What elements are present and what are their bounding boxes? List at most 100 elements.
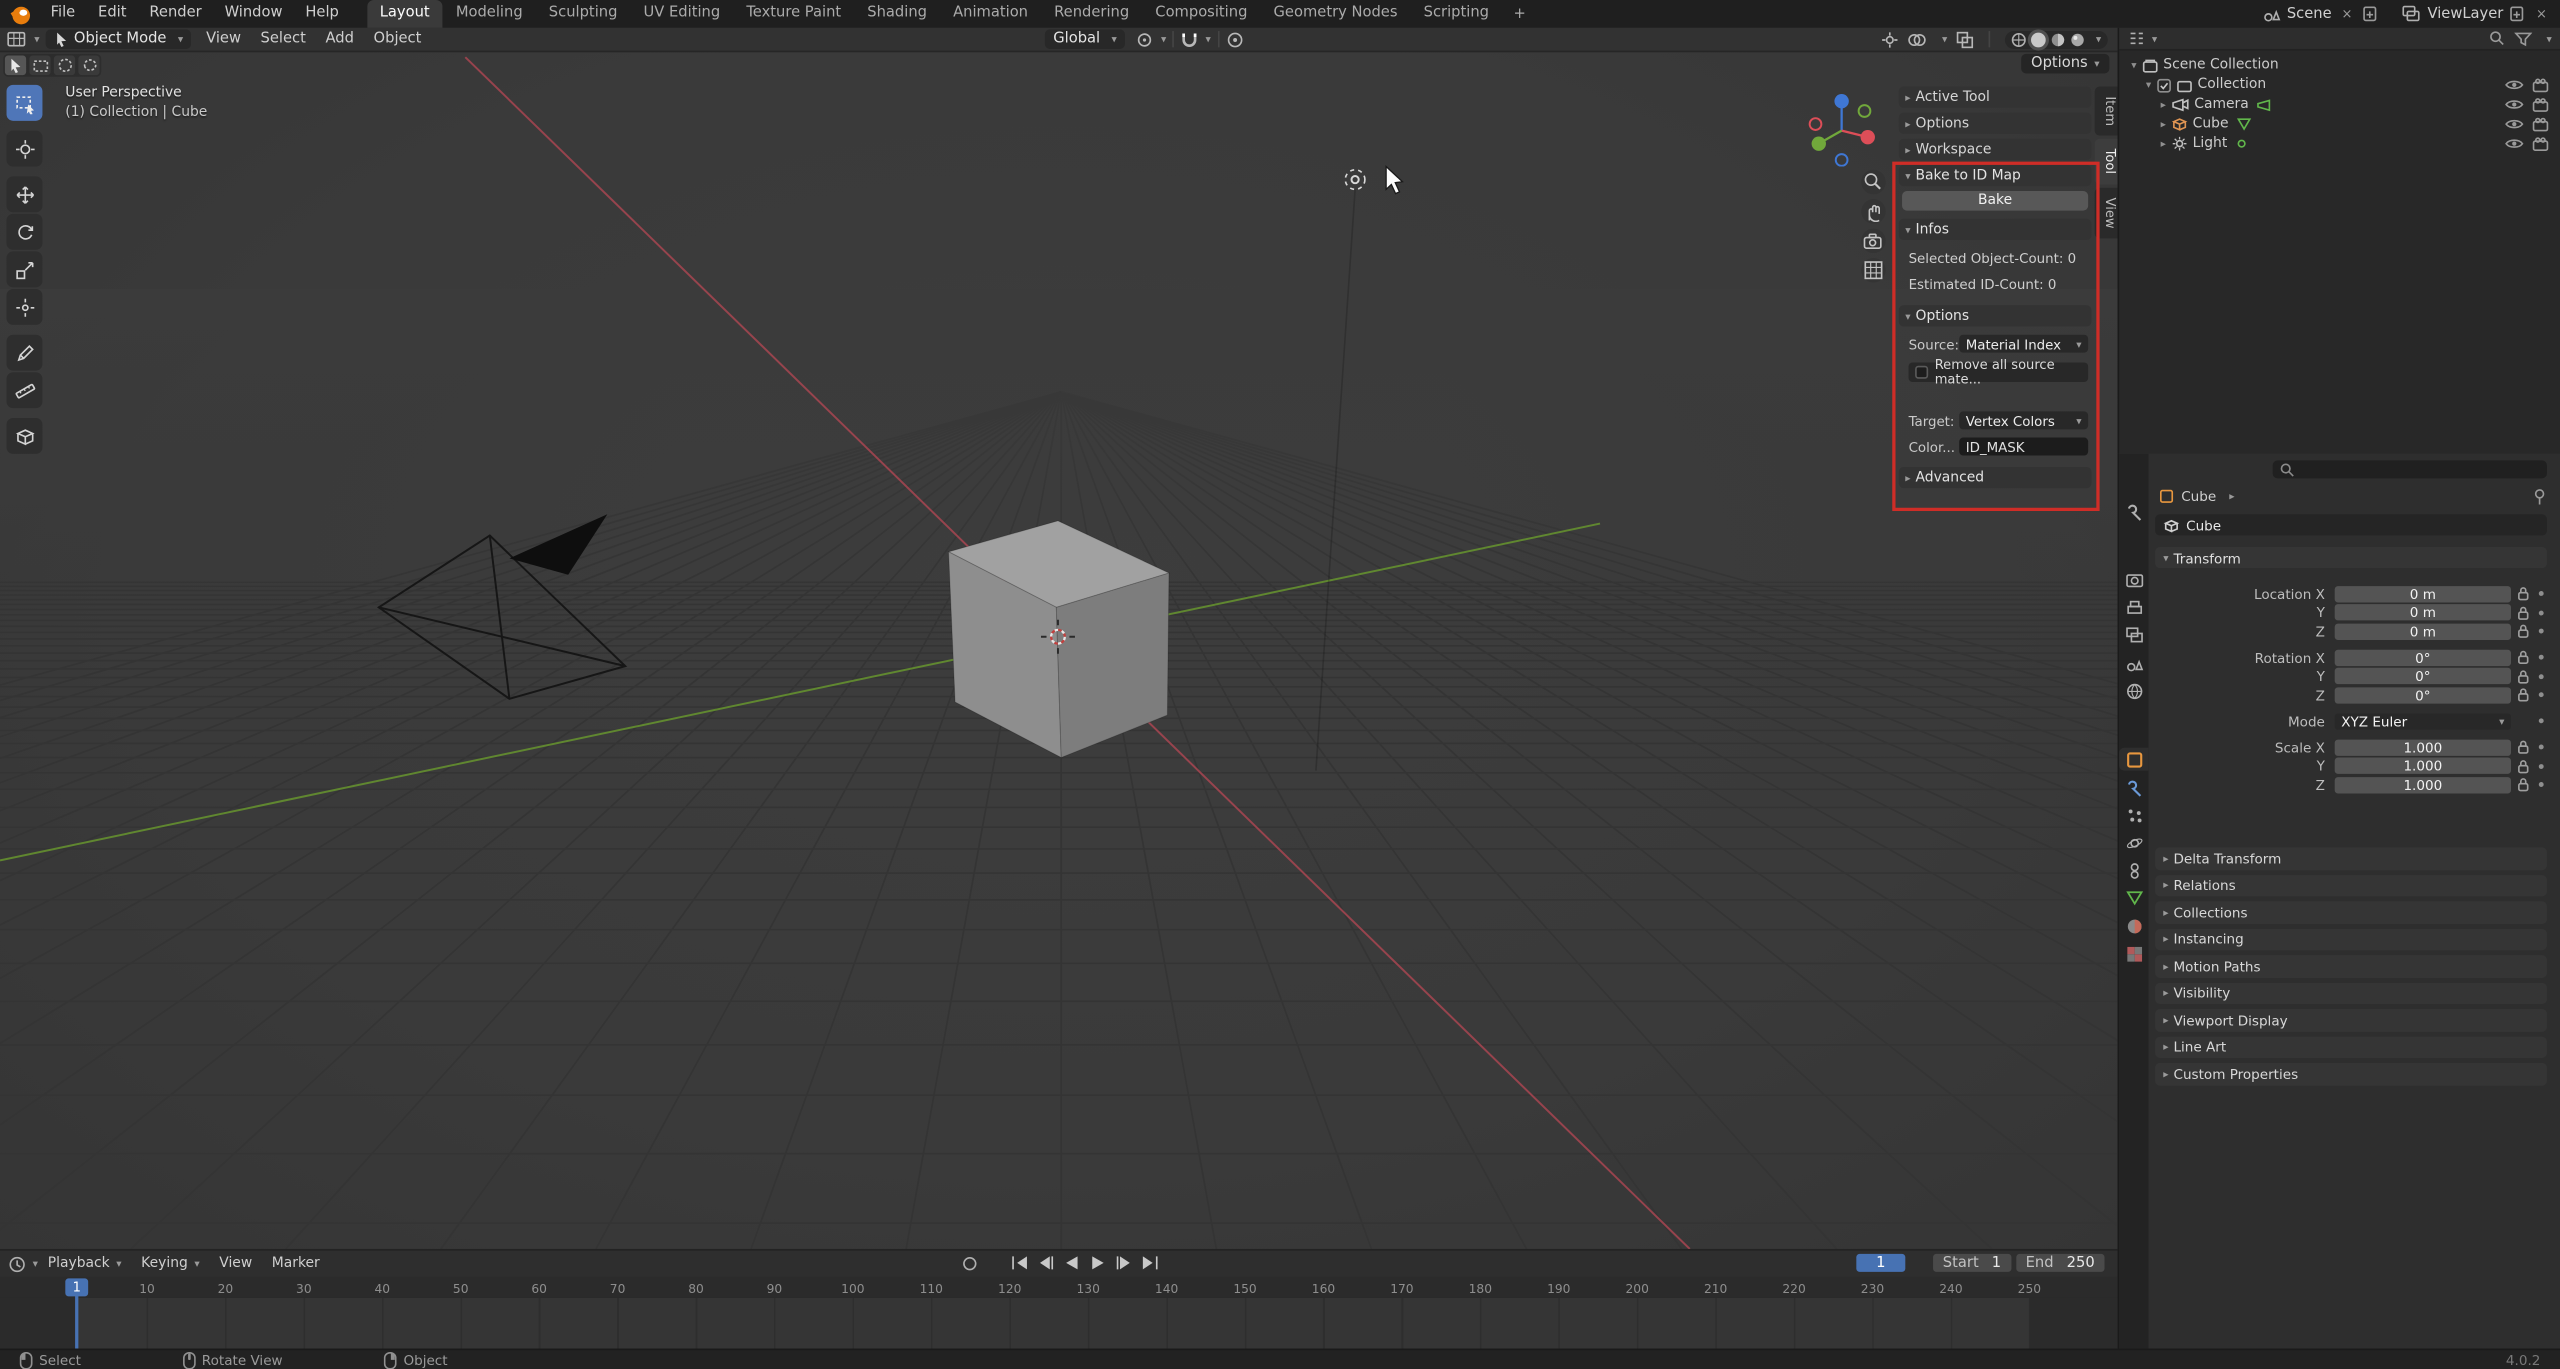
animate-dot[interactable] — [2538, 609, 2544, 615]
menu-edit[interactable]: Edit — [87, 0, 138, 28]
new-viewlayer-icon[interactable] — [2510, 5, 2526, 23]
new-scene-icon[interactable] — [2362, 5, 2378, 23]
lock-icon[interactable] — [2518, 624, 2529, 639]
start-frame-field[interactable]: Start 1 — [1933, 1253, 2011, 1272]
hide-cube-eye-icon[interactable] — [2504, 118, 2524, 131]
workspace-tab-texture-paint[interactable]: Texture Paint — [733, 0, 854, 28]
hide-light-eye-icon[interactable] — [2504, 137, 2524, 150]
object-name-field[interactable]: Cube — [2155, 514, 2547, 536]
prev-keyframe-button[interactable] — [1035, 1254, 1055, 1272]
location-y-field[interactable]: 0 m — [2334, 604, 2512, 621]
lock-icon[interactable] — [2518, 759, 2529, 774]
animate-dot[interactable] — [2538, 782, 2544, 788]
sidebar-tab-tool[interactable]: Tool — [2094, 139, 2118, 185]
panel-header-delta-transform[interactable]: ▸ Delta Transform — [2155, 847, 2547, 870]
tool-move[interactable] — [6, 176, 43, 213]
shading-material-icon[interactable] — [2050, 32, 2065, 47]
workspace-tab-animation[interactable]: Animation — [940, 0, 1041, 28]
current-frame-field[interactable]: 1 — [1856, 1253, 1906, 1272]
workspace-tab-compositing[interactable]: Compositing — [1142, 0, 1260, 28]
select-lasso-button[interactable] — [78, 55, 100, 76]
jump-to-start-button[interactable] — [1009, 1254, 1029, 1272]
playhead[interactable] — [75, 1294, 78, 1351]
panel-header-bake-to-id-map[interactable]: ▾ Bake to ID Map — [1898, 164, 2092, 187]
scale-z-field[interactable]: 1.000 — [2334, 776, 2512, 793]
tab-particles[interactable] — [2119, 803, 2148, 826]
outliner-row-light[interactable]: ▸ Light — [2119, 134, 2560, 154]
tool-select-box[interactable] — [6, 84, 43, 121]
tab-object-data[interactable] — [2119, 887, 2148, 910]
select-box-button[interactable] — [29, 55, 51, 76]
panel-header-relations[interactable]: ▸ Relations — [2155, 874, 2547, 897]
animate-dot[interactable] — [2538, 744, 2544, 750]
zoom-icon[interactable] — [1861, 169, 1886, 195]
lock-icon[interactable] — [2518, 586, 2529, 601]
hide-collection-eye-icon[interactable] — [2504, 78, 2524, 91]
lock-icon[interactable] — [2518, 740, 2529, 755]
viewport-menu-view[interactable]: View — [196, 27, 250, 51]
rotation-mode-dropdown[interactable]: XYZ Euler ▾ — [2334, 712, 2512, 729]
panel-header-infos[interactable]: ▾ Infos — [1898, 218, 2092, 240]
mode-dropdown[interactable]: Object Mode ▾ — [46, 29, 192, 49]
pivot-point-icon[interactable] — [1135, 30, 1155, 48]
end-frame-field[interactable]: End 250 — [2015, 1253, 2105, 1272]
animate-dot[interactable] — [2538, 692, 2544, 698]
tab-object[interactable] — [2119, 747, 2149, 771]
xray-toggle-icon[interactable] — [1955, 30, 1973, 48]
next-keyframe-button[interactable] — [1113, 1254, 1133, 1272]
add-workspace-button[interactable]: + — [1502, 6, 1537, 22]
tool-options-dropdown[interactable]: Options ▾ — [2021, 53, 2110, 74]
disable-render-camera-icon[interactable] — [2532, 116, 2550, 132]
tab-texture[interactable] — [2119, 942, 2148, 965]
color-name-field[interactable]: ID_MASK — [1959, 437, 2089, 456]
play-button[interactable] — [1087, 1254, 1107, 1272]
overlays-caret[interactable]: ▾ — [1942, 33, 1947, 46]
viewport-menu-select[interactable]: Select — [251, 27, 316, 51]
workspace-tab-geometry-nodes[interactable]: Geometry Nodes — [1260, 0, 1410, 28]
workspace-tab-shading[interactable]: Shading — [854, 0, 940, 28]
ortho-grid-icon[interactable] — [1861, 257, 1886, 283]
outliner-editor-icon[interactable] — [2127, 29, 2145, 47]
animate-dot[interactable] — [2538, 591, 2544, 596]
timeline-menu-marker[interactable]: Marker — [262, 1251, 330, 1277]
panel-header-visibility[interactable]: ▸ Visibility — [2155, 982, 2547, 1005]
properties-search-input[interactable] — [2272, 460, 2547, 479]
panel-header-transform[interactable]: ▾ Transform — [2155, 546, 2547, 569]
tab-scene[interactable] — [2119, 651, 2148, 674]
animate-dot[interactable] — [2538, 628, 2544, 634]
lock-icon[interactable] — [2518, 777, 2529, 792]
tab-constraints[interactable] — [2119, 859, 2148, 882]
outliner-row-scene-collection[interactable]: ▾ Scene Collection — [2119, 56, 2560, 76]
tool-measure[interactable] — [6, 372, 43, 409]
tool-scale[interactable] — [6, 251, 43, 288]
panel-header-active-tool[interactable]: ▸ Active Tool — [1898, 86, 2092, 108]
tab-physics[interactable] — [2119, 831, 2148, 854]
animate-dot[interactable] — [2538, 673, 2544, 679]
tab-tool[interactable] — [2119, 500, 2148, 523]
shading-wireframe-icon[interactable] — [2011, 32, 2026, 47]
panel-header-advanced[interactable]: ▸ Advanced — [1898, 466, 2092, 489]
show-gizmo-icon[interactable] — [1882, 30, 1900, 48]
panel-header-workspace[interactable]: ▸ Workspace — [1898, 138, 2092, 160]
select-tweak-button[interactable] — [4, 55, 27, 76]
workspace-tab-layout[interactable]: Layout — [366, 0, 443, 28]
tool-cursor[interactable] — [6, 130, 43, 167]
collection-checkbox-icon[interactable] — [2157, 78, 2172, 93]
timeline-editor-icon[interactable] — [8, 1255, 26, 1273]
snap-caret[interactable]: ▾ — [1205, 33, 1210, 46]
menu-help[interactable]: Help — [294, 0, 350, 28]
rotation-y-field[interactable]: 0° — [2334, 667, 2512, 685]
tool-transform[interactable] — [6, 288, 43, 325]
outliner-row-collection[interactable]: ▾ Collection — [2119, 75, 2560, 95]
disable-render-camera-icon[interactable] — [2532, 136, 2550, 151]
target-dropdown[interactable]: Vertex Colors ▾ — [1959, 411, 2089, 430]
workspace-tab-sculpting[interactable]: Sculpting — [536, 0, 631, 28]
timeline-menu-keying[interactable]: Keying ▾ — [131, 1251, 209, 1277]
playhead-frame-badge[interactable]: 1 — [65, 1278, 89, 1297]
outliner-row-cube[interactable]: ▸ Cube — [2119, 114, 2560, 134]
blender-logo-icon[interactable] — [10, 2, 33, 25]
lock-icon[interactable] — [2518, 669, 2529, 684]
viewport-menu-add[interactable]: Add — [316, 27, 364, 51]
panel-header-motion-paths[interactable]: ▸ Motion Paths — [2155, 955, 2547, 978]
tab-output[interactable] — [2119, 596, 2148, 619]
